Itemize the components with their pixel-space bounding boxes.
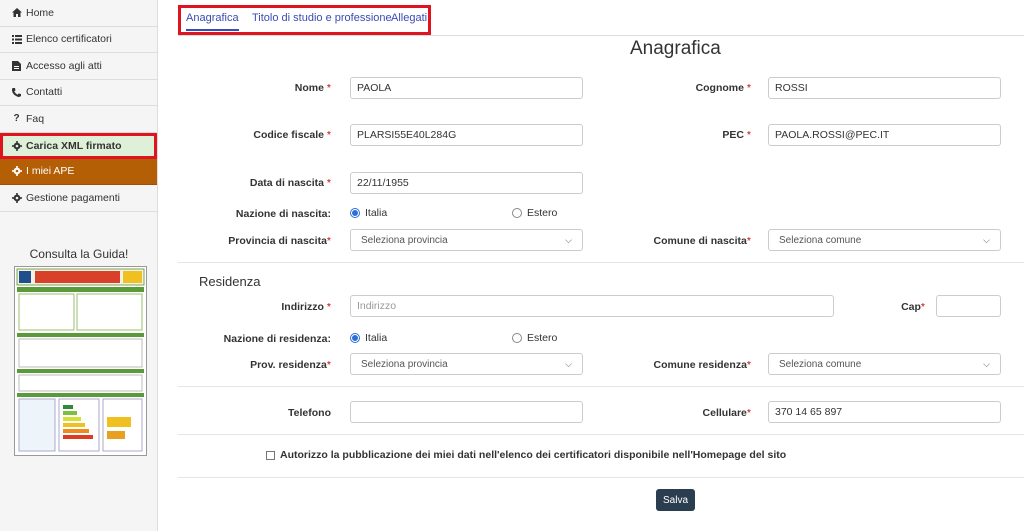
divider bbox=[178, 477, 1024, 478]
sidebar: Home Elenco certificatori Accesso agli a… bbox=[0, 0, 158, 531]
sidebar-item-contatti[interactable]: Contatti bbox=[0, 80, 157, 106]
sidebar-item-elenco-certificatori[interactable]: Elenco certificatori bbox=[0, 27, 157, 53]
divider bbox=[178, 262, 1024, 263]
sidebar-item-miei-ape[interactable]: I miei APE bbox=[0, 158, 157, 185]
cap-label: Cap* bbox=[901, 301, 925, 313]
comune-residenza-label: Comune residenza* bbox=[653, 359, 751, 371]
sidebar-item-gestione-pagamenti[interactable]: Gestione pagamenti bbox=[0, 185, 157, 212]
cap-input[interactable] bbox=[936, 295, 1001, 317]
sidebar-item-label: Gestione pagamenti bbox=[26, 191, 120, 204]
sidebar-item-label: Elenco certificatori bbox=[26, 33, 112, 46]
sidebar-item-label: I miei APE bbox=[26, 165, 75, 178]
telefono-label: Telefono bbox=[288, 407, 331, 419]
guide-title: Consulta la Guida! bbox=[29, 247, 129, 261]
chevron-down-icon: ⌵ bbox=[565, 358, 572, 369]
phone-icon bbox=[10, 87, 23, 97]
sidebar-item-faq[interactable]: ? Faq bbox=[0, 106, 157, 133]
indirizzo-label: Indirizzo * bbox=[281, 301, 331, 313]
sidebar-item-label: Faq bbox=[26, 112, 45, 125]
provincia-nascita-select[interactable]: Seleziona provincia ⌵ bbox=[350, 229, 583, 251]
sidebar-item-accesso-atti[interactable]: Accesso agli atti bbox=[0, 53, 157, 80]
cognome-input[interactable] bbox=[768, 77, 1001, 99]
data-nascita-input[interactable] bbox=[350, 172, 583, 194]
radio-unchecked-icon bbox=[512, 208, 522, 218]
nazione-residenza-label: Nazione di residenza: bbox=[223, 333, 331, 345]
home-icon bbox=[10, 8, 23, 18]
residenza-heading: Residenza bbox=[199, 274, 261, 289]
divider bbox=[178, 386, 1024, 387]
data-nascita-label: Data di nascita * bbox=[249, 177, 331, 189]
sidebar-item-label: Contatti bbox=[26, 86, 63, 99]
radio-checked-icon bbox=[350, 208, 360, 218]
pec-input[interactable] bbox=[768, 124, 1001, 146]
sidebar-item-label: Accesso agli atti bbox=[26, 59, 102, 72]
codice-fiscale-label: Codice fiscale * bbox=[253, 129, 331, 141]
sidebar-item-label: Home bbox=[26, 6, 55, 19]
radio-unchecked-icon bbox=[512, 333, 522, 343]
comune-nascita-label: Comune di nascita* bbox=[653, 235, 751, 247]
tab-anagrafica[interactable]: Anagrafica bbox=[186, 12, 239, 31]
pec-label: PEC * bbox=[722, 129, 751, 141]
residenza-italia-radio[interactable]: Italia bbox=[350, 332, 387, 344]
nome-input[interactable] bbox=[350, 77, 583, 99]
codice-fiscale-input[interactable] bbox=[350, 124, 583, 146]
checkbox-icon bbox=[266, 450, 275, 460]
cellulare-label: Cellulare* bbox=[702, 407, 751, 419]
residenza-estero-radio[interactable]: Estero bbox=[512, 332, 557, 344]
cognome-label: Cognome * bbox=[695, 82, 751, 94]
radio-checked-icon bbox=[350, 333, 360, 343]
page-title: Anagrafica bbox=[630, 38, 721, 59]
tab-allegati[interactable]: Allegati bbox=[391, 12, 427, 24]
telefono-input[interactable] bbox=[350, 401, 583, 423]
tab-titolo-studio[interactable]: Titolo di studio e professione bbox=[252, 12, 392, 24]
indirizzo-input[interactable] bbox=[350, 295, 834, 317]
chevron-down-icon: ⌵ bbox=[983, 358, 990, 369]
guide-thumbnail[interactable] bbox=[14, 266, 147, 456]
provincia-nascita-label: Provincia di nascita* bbox=[228, 235, 331, 247]
sidebar-item-label: Carica XML firmato bbox=[26, 139, 122, 152]
gear-icon bbox=[10, 166, 23, 177]
list-icon bbox=[10, 34, 23, 44]
cellulare-input[interactable] bbox=[768, 401, 1001, 423]
main-content: Anagrafica Titolo di studio e profession… bbox=[178, 5, 1024, 531]
sidebar-item-carica-xml[interactable]: Carica XML firmato bbox=[0, 132, 157, 159]
nascita-italia-radio[interactable]: Italia bbox=[350, 207, 387, 219]
nascita-estero-radio[interactable]: Estero bbox=[512, 207, 557, 219]
save-button[interactable]: Salva bbox=[656, 489, 695, 511]
nazione-nascita-label: Nazione di nascita: bbox=[235, 208, 331, 220]
tabs-divider bbox=[178, 35, 1024, 36]
comune-nascita-select[interactable]: Seleziona comune ⌵ bbox=[768, 229, 1001, 251]
file-icon bbox=[10, 60, 23, 71]
divider bbox=[178, 434, 1024, 435]
consent-checkbox[interactable]: Autorizzo la pubblicazione dei miei dati… bbox=[266, 449, 786, 461]
sidebar-item-home[interactable]: Home bbox=[0, 0, 157, 27]
prov-residenza-label: Prov. residenza* bbox=[250, 359, 331, 371]
chevron-down-icon: ⌵ bbox=[565, 234, 572, 245]
prov-residenza-select[interactable]: Seleziona provincia ⌵ bbox=[350, 353, 583, 375]
gear-icon bbox=[10, 192, 23, 203]
nome-label: Nome * bbox=[294, 82, 331, 94]
question-icon: ? bbox=[13, 113, 20, 125]
comune-residenza-select[interactable]: Seleziona comune ⌵ bbox=[768, 353, 1001, 375]
gear-icon bbox=[10, 140, 23, 151]
chevron-down-icon: ⌵ bbox=[983, 234, 990, 245]
